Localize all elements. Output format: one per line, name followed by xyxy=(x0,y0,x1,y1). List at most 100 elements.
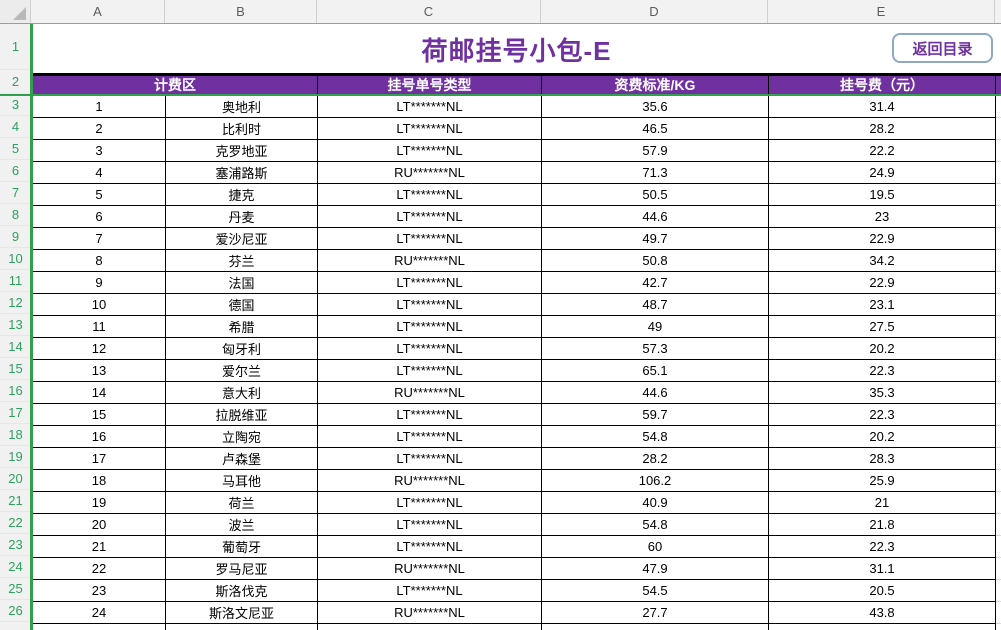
select-all-corner[interactable] xyxy=(0,0,31,23)
empty-cell[interactable] xyxy=(542,624,769,630)
row-header-21[interactable]: 21 xyxy=(0,490,31,512)
country-cell[interactable]: 塞浦路斯 xyxy=(166,162,318,183)
rate-cell[interactable]: 59.7 xyxy=(542,404,769,425)
row-header-6[interactable]: 6 xyxy=(0,160,31,182)
type-cell[interactable]: LT*******NL xyxy=(318,140,542,161)
zone-cell[interactable]: 11 xyxy=(33,316,166,337)
column-header-e[interactable]: E xyxy=(768,0,995,23)
row-header-17[interactable]: 17 xyxy=(0,402,31,424)
zone-cell[interactable]: 1 xyxy=(33,96,166,117)
type-cell[interactable]: RU*******NL xyxy=(318,558,542,579)
fee-cell[interactable]: 25.9 xyxy=(769,470,996,491)
column-header-c[interactable]: C xyxy=(317,0,541,23)
rate-cell[interactable]: 47.9 xyxy=(542,558,769,579)
column-header-d[interactable]: D xyxy=(541,0,768,23)
country-cell[interactable]: 匈牙利 xyxy=(166,338,318,359)
fee-cell[interactable]: 22.3 xyxy=(769,360,996,381)
country-cell[interactable]: 波兰 xyxy=(166,514,318,535)
empty-cell[interactable] xyxy=(769,624,996,630)
type-cell[interactable]: RU*******NL xyxy=(318,470,542,491)
row-header-26[interactable]: 26 xyxy=(0,600,31,622)
fee-cell[interactable]: 23 xyxy=(769,206,996,227)
fee-cell[interactable]: 22.9 xyxy=(769,272,996,293)
type-cell[interactable]: LT*******NL xyxy=(318,514,542,535)
zone-cell[interactable]: 14 xyxy=(33,382,166,403)
country-cell[interactable]: 芬兰 xyxy=(166,250,318,271)
fee-cell[interactable]: 22.3 xyxy=(769,536,996,557)
country-cell[interactable]: 希腊 xyxy=(166,316,318,337)
rate-cell[interactable]: 28.2 xyxy=(542,448,769,469)
row-header-8[interactable]: 8 xyxy=(0,204,31,226)
fee-cell[interactable]: 23.1 xyxy=(769,294,996,315)
type-cell[interactable]: RU*******NL xyxy=(318,162,542,183)
empty-cell[interactable] xyxy=(33,624,166,630)
row-header-22[interactable]: 22 xyxy=(0,512,31,534)
fee-cell[interactable]: 31.1 xyxy=(769,558,996,579)
zone-cell[interactable]: 3 xyxy=(33,140,166,161)
zone-cell[interactable]: 23 xyxy=(33,580,166,601)
country-cell[interactable]: 马耳他 xyxy=(166,470,318,491)
rate-cell[interactable]: 35.6 xyxy=(542,96,769,117)
country-cell[interactable]: 立陶宛 xyxy=(166,426,318,447)
type-cell[interactable]: LT*******NL xyxy=(318,228,542,249)
row-header-12[interactable]: 12 xyxy=(0,292,31,314)
rate-cell[interactable]: 48.7 xyxy=(542,294,769,315)
fee-cell[interactable]: 31.4 xyxy=(769,96,996,117)
column-header-a[interactable]: A xyxy=(31,0,165,23)
fee-cell[interactable]: 22.9 xyxy=(769,228,996,249)
country-cell[interactable]: 拉脱维亚 xyxy=(166,404,318,425)
row-header-18[interactable]: 18 xyxy=(0,424,31,446)
type-cell[interactable]: LT*******NL xyxy=(318,580,542,601)
country-cell[interactable]: 荷兰 xyxy=(166,492,318,513)
row-header-23[interactable]: 23 xyxy=(0,534,31,556)
zone-cell[interactable]: 5 xyxy=(33,184,166,205)
rate-cell[interactable]: 57.9 xyxy=(542,140,769,161)
fee-cell[interactable]: 21.8 xyxy=(769,514,996,535)
row-header-9[interactable]: 9 xyxy=(0,226,31,248)
zone-cell[interactable]: 7 xyxy=(33,228,166,249)
country-cell[interactable]: 意大利 xyxy=(166,382,318,403)
zone-cell[interactable]: 13 xyxy=(33,360,166,381)
column-header-b[interactable]: B xyxy=(165,0,317,23)
rate-cell[interactable]: 49.7 xyxy=(542,228,769,249)
fee-cell[interactable]: 28.3 xyxy=(769,448,996,469)
row-header-11[interactable]: 11 xyxy=(0,270,31,292)
header-cell-registration-fee[interactable]: 挂号费（元） xyxy=(769,76,996,94)
type-cell[interactable]: LT*******NL xyxy=(318,294,542,315)
zone-cell[interactable]: 21 xyxy=(33,536,166,557)
row-header-14[interactable]: 14 xyxy=(0,336,31,358)
fee-cell[interactable]: 22.2 xyxy=(769,140,996,161)
type-cell[interactable]: LT*******NL xyxy=(318,184,542,205)
type-cell[interactable]: RU*******NL xyxy=(318,250,542,271)
header-cell-billing-zone[interactable]: 计费区 xyxy=(33,76,318,94)
rate-cell[interactable]: 46.5 xyxy=(542,118,769,139)
row-header-20[interactable]: 20 xyxy=(0,468,31,490)
fee-cell[interactable]: 20.2 xyxy=(769,338,996,359)
rate-cell[interactable]: 54.8 xyxy=(542,514,769,535)
type-cell[interactable]: LT*******NL xyxy=(318,360,542,381)
rate-cell[interactable]: 44.6 xyxy=(542,382,769,403)
rate-cell[interactable]: 42.7 xyxy=(542,272,769,293)
fee-cell[interactable]: 43.8 xyxy=(769,602,996,623)
country-cell[interactable]: 捷克 xyxy=(166,184,318,205)
type-cell[interactable]: LT*******NL xyxy=(318,404,542,425)
rate-cell[interactable]: 40.9 xyxy=(542,492,769,513)
country-cell[interactable]: 克罗地亚 xyxy=(166,140,318,161)
rate-cell[interactable]: 65.1 xyxy=(542,360,769,381)
fee-cell[interactable]: 20.2 xyxy=(769,426,996,447)
zone-cell[interactable]: 6 xyxy=(33,206,166,227)
zone-cell[interactable]: 20 xyxy=(33,514,166,535)
rate-cell[interactable]: 49 xyxy=(542,316,769,337)
row-header-19[interactable]: 19 xyxy=(0,446,31,468)
country-cell[interactable]: 丹麦 xyxy=(166,206,318,227)
row-header-10[interactable]: 10 xyxy=(0,248,31,270)
zone-cell[interactable]: 8 xyxy=(33,250,166,271)
fee-cell[interactable]: 21 xyxy=(769,492,996,513)
country-cell[interactable]: 爱沙尼亚 xyxy=(166,228,318,249)
row-header-13[interactable]: 13 xyxy=(0,314,31,336)
column-header-f-sliver[interactable] xyxy=(995,0,1001,23)
zone-cell[interactable]: 17 xyxy=(33,448,166,469)
empty-cell[interactable] xyxy=(318,624,542,630)
zone-cell[interactable]: 9 xyxy=(33,272,166,293)
type-cell[interactable]: LT*******NL xyxy=(318,492,542,513)
